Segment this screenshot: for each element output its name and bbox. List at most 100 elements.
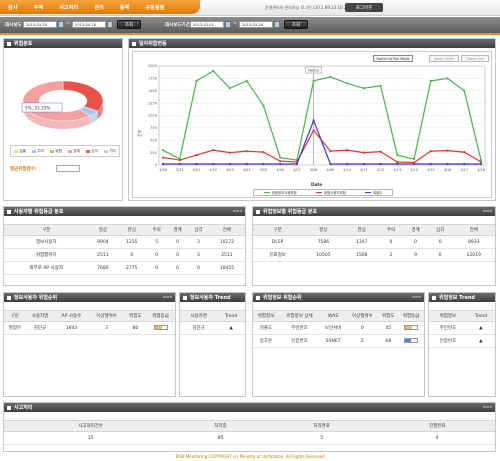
start-date-input-1[interactable]: 2013-03-30: [23, 21, 57, 28]
data-point[interactable]: [429, 79, 432, 82]
data-point[interactable]: [161, 156, 165, 159]
calendar-icon[interactable]: [107, 21, 113, 28]
data-point[interactable]: [312, 129, 315, 132]
end-date-input-2[interactable]: 2013-03-26: [239, 21, 273, 28]
data-point[interactable]: [178, 158, 181, 162]
data-point[interactable]: [479, 160, 483, 164]
data-point[interactable]: [379, 150, 382, 153]
end-date-input-1[interactable]: 2013-04-18: [72, 21, 106, 28]
data-point[interactable]: [279, 162, 282, 166]
data-point[interactable]: [463, 151, 466, 154]
table-row[interactable]: 인증번호 ▲: [429, 334, 495, 348]
data-point[interactable]: [279, 156, 282, 159]
table-row[interactable]: 주민번호 ▲: [429, 321, 495, 335]
table-row[interactable]: DLSP 7596 1347 0 0 0 8933: [253, 235, 495, 249]
table-row[interactable]: 검출도 주민번호 보안서버 0 45: [253, 321, 424, 335]
col-header: 사용자명: [25, 310, 55, 322]
data-point[interactable]: [429, 150, 432, 153]
data-point[interactable]: [161, 149, 165, 152]
pie-slice[interactable]: [62, 80, 104, 112]
table-row[interactable]: 김민규 ▲: [180, 321, 245, 335]
data-point[interactable]: [479, 162, 483, 166]
data-point[interactable]: [362, 162, 365, 166]
calendar-icon[interactable]: [274, 21, 280, 28]
data-point[interactable]: [262, 162, 265, 166]
table-row[interactable]: 15 85 5 4: [4, 431, 495, 445]
nav-item-audit[interactable]: 감사: [8, 4, 18, 11]
table-row[interactable]: 외부로 AP 사용자 7680 2775 0 0 0 10455: [4, 261, 245, 275]
data-point[interactable]: [463, 89, 466, 92]
more-link[interactable]: more: [163, 295, 172, 299]
calendar-icon[interactable]: [225, 21, 231, 28]
data-point[interactable]: [195, 162, 198, 166]
data-point[interactable]: [396, 160, 399, 164]
table-row[interactable]: 암호문 인증번호 SSNET 2 68: [253, 334, 424, 348]
data-point[interactable]: [379, 84, 382, 87]
nav-item-policy[interactable]: 규정설정: [145, 4, 164, 11]
data-point[interactable]: [446, 77, 449, 80]
data-point[interactable]: [161, 162, 165, 166]
start-date-input-2[interactable]: 2013-03-01: [190, 21, 224, 28]
more-link[interactable]: more: [483, 405, 492, 409]
data-point[interactable]: [245, 162, 248, 166]
calendar-icon[interactable]: [58, 21, 64, 28]
data-point[interactable]: [195, 79, 198, 82]
data-point[interactable]: [212, 69, 215, 73]
data-point[interactable]: [228, 87, 232, 90]
more-link[interactable]: more: [233, 209, 242, 213]
table-row[interactable]: 위험행위자 2511 0 0 0 3 2511: [4, 248, 245, 262]
y-axis-label: 건수: [136, 129, 142, 137]
table-row[interactable]: 영업부 김민규 1843 3 86: [4, 321, 175, 335]
data-point[interactable]: [479, 158, 483, 162]
data-point[interactable]: [379, 162, 382, 166]
table-cell: 0: [167, 261, 188, 275]
data-point[interactable]: [228, 162, 232, 166]
logout-button[interactable]: 로그아웃: [345, 3, 383, 12]
table-row[interactable]: 유료정보 10505 1508 2 9 0 12019: [253, 248, 495, 262]
col-header: 처리중: [177, 420, 264, 432]
data-point[interactable]: [396, 162, 399, 166]
table-cell: 인증번호: [278, 334, 321, 348]
data-point[interactable]: [446, 162, 449, 166]
data-point[interactable]: [362, 87, 365, 90]
data-point[interactable]: [346, 149, 349, 152]
data-point[interactable]: [212, 149, 215, 152]
data-point[interactable]: [312, 79, 315, 82]
nav-item-incident[interactable]: 사고처리: [59, 4, 78, 11]
x-tick-label: 4/01: [193, 168, 201, 172]
data-point[interactable]: [346, 162, 349, 166]
data-point[interactable]: [396, 154, 399, 157]
data-point[interactable]: [446, 149, 449, 152]
data-point[interactable]: [362, 151, 365, 154]
data-point[interactable]: [329, 75, 332, 78]
data-point[interactable]: [262, 104, 265, 107]
data-point[interactable]: [312, 119, 315, 122]
nav-item-stats[interactable]: 통계: [120, 4, 130, 11]
data-point[interactable]: [195, 154, 198, 157]
x-tick-label: 4/07: [293, 168, 301, 172]
data-point[interactable]: [245, 150, 248, 153]
data-point[interactable]: [212, 162, 215, 166]
risk-level-bar: [153, 325, 168, 330]
data-point[interactable]: [346, 82, 349, 85]
nav-item-admin[interactable]: 관리: [94, 4, 104, 11]
data-point[interactable]: [412, 162, 416, 166]
more-link[interactable]: more: [483, 209, 492, 213]
table-row[interactable]: 정보사용자 8904 1235 5 0 3 10172: [4, 235, 245, 249]
search-button-1[interactable]: 조회: [117, 20, 141, 29]
data-point[interactable]: [429, 162, 432, 166]
y-tick-label: 0: [155, 163, 158, 167]
data-point[interactable]: [262, 151, 265, 154]
data-point[interactable]: [178, 162, 181, 166]
data-point[interactable]: [329, 162, 332, 166]
data-point[interactable]: [279, 159, 282, 163]
search-button-2[interactable]: 조회: [284, 20, 308, 29]
nav-item-trace[interactable]: 추적: [34, 4, 44, 11]
data-point[interactable]: [329, 150, 332, 153]
data-point[interactable]: [463, 162, 466, 166]
data-point[interactable]: [228, 151, 232, 154]
data-point[interactable]: [412, 157, 416, 161]
data-point[interactable]: [295, 162, 298, 166]
data-point[interactable]: [245, 79, 248, 82]
more-link[interactable]: more: [412, 295, 421, 299]
